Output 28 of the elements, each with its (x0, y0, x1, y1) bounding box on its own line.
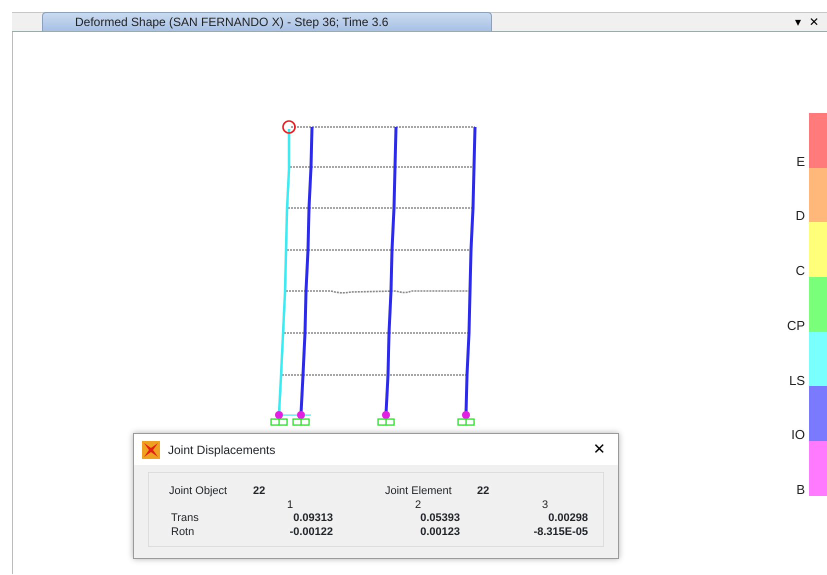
field-value: 22 (477, 485, 490, 497)
table-cell: -0.00122 (290, 526, 333, 538)
column-header: 1 (287, 499, 294, 511)
legend-label: CP (786, 318, 805, 333)
dialog-title: Joint Displacements (168, 442, 276, 458)
legend-label: C (796, 264, 805, 278)
field-label: Joint Element (385, 485, 452, 497)
row-label: Trans (171, 512, 199, 524)
field-label: Joint Object (169, 485, 228, 497)
table-cell: -8.315E-05 (534, 526, 588, 538)
row-label: Rotn (171, 526, 194, 538)
app-logo-icon (142, 440, 160, 458)
table-cell: 0.05393 (420, 512, 460, 524)
legend-label: E (796, 154, 805, 169)
legend-label: LS (789, 374, 805, 388)
field-value: 22 (253, 485, 266, 497)
legend-label: IO (791, 428, 805, 442)
column-header: 3 (542, 499, 548, 511)
table-cell: 0.00123 (420, 526, 460, 538)
table-cell: 0.00298 (548, 512, 588, 524)
close-button[interactable]: ✕ (589, 440, 610, 459)
close-icon[interactable]: ✕ (809, 13, 819, 31)
legend-label: D (796, 209, 805, 224)
table-cell: 0.09313 (293, 512, 333, 524)
dropdown-icon[interactable]: ▾ (795, 13, 801, 31)
legend-label: B (796, 482, 805, 497)
window-tab[interactable]: Deformed Shape (SAN FERNANDO X) - Step 36; Time 3.6 (42, 12, 492, 31)
column-header: 2 (415, 499, 422, 511)
